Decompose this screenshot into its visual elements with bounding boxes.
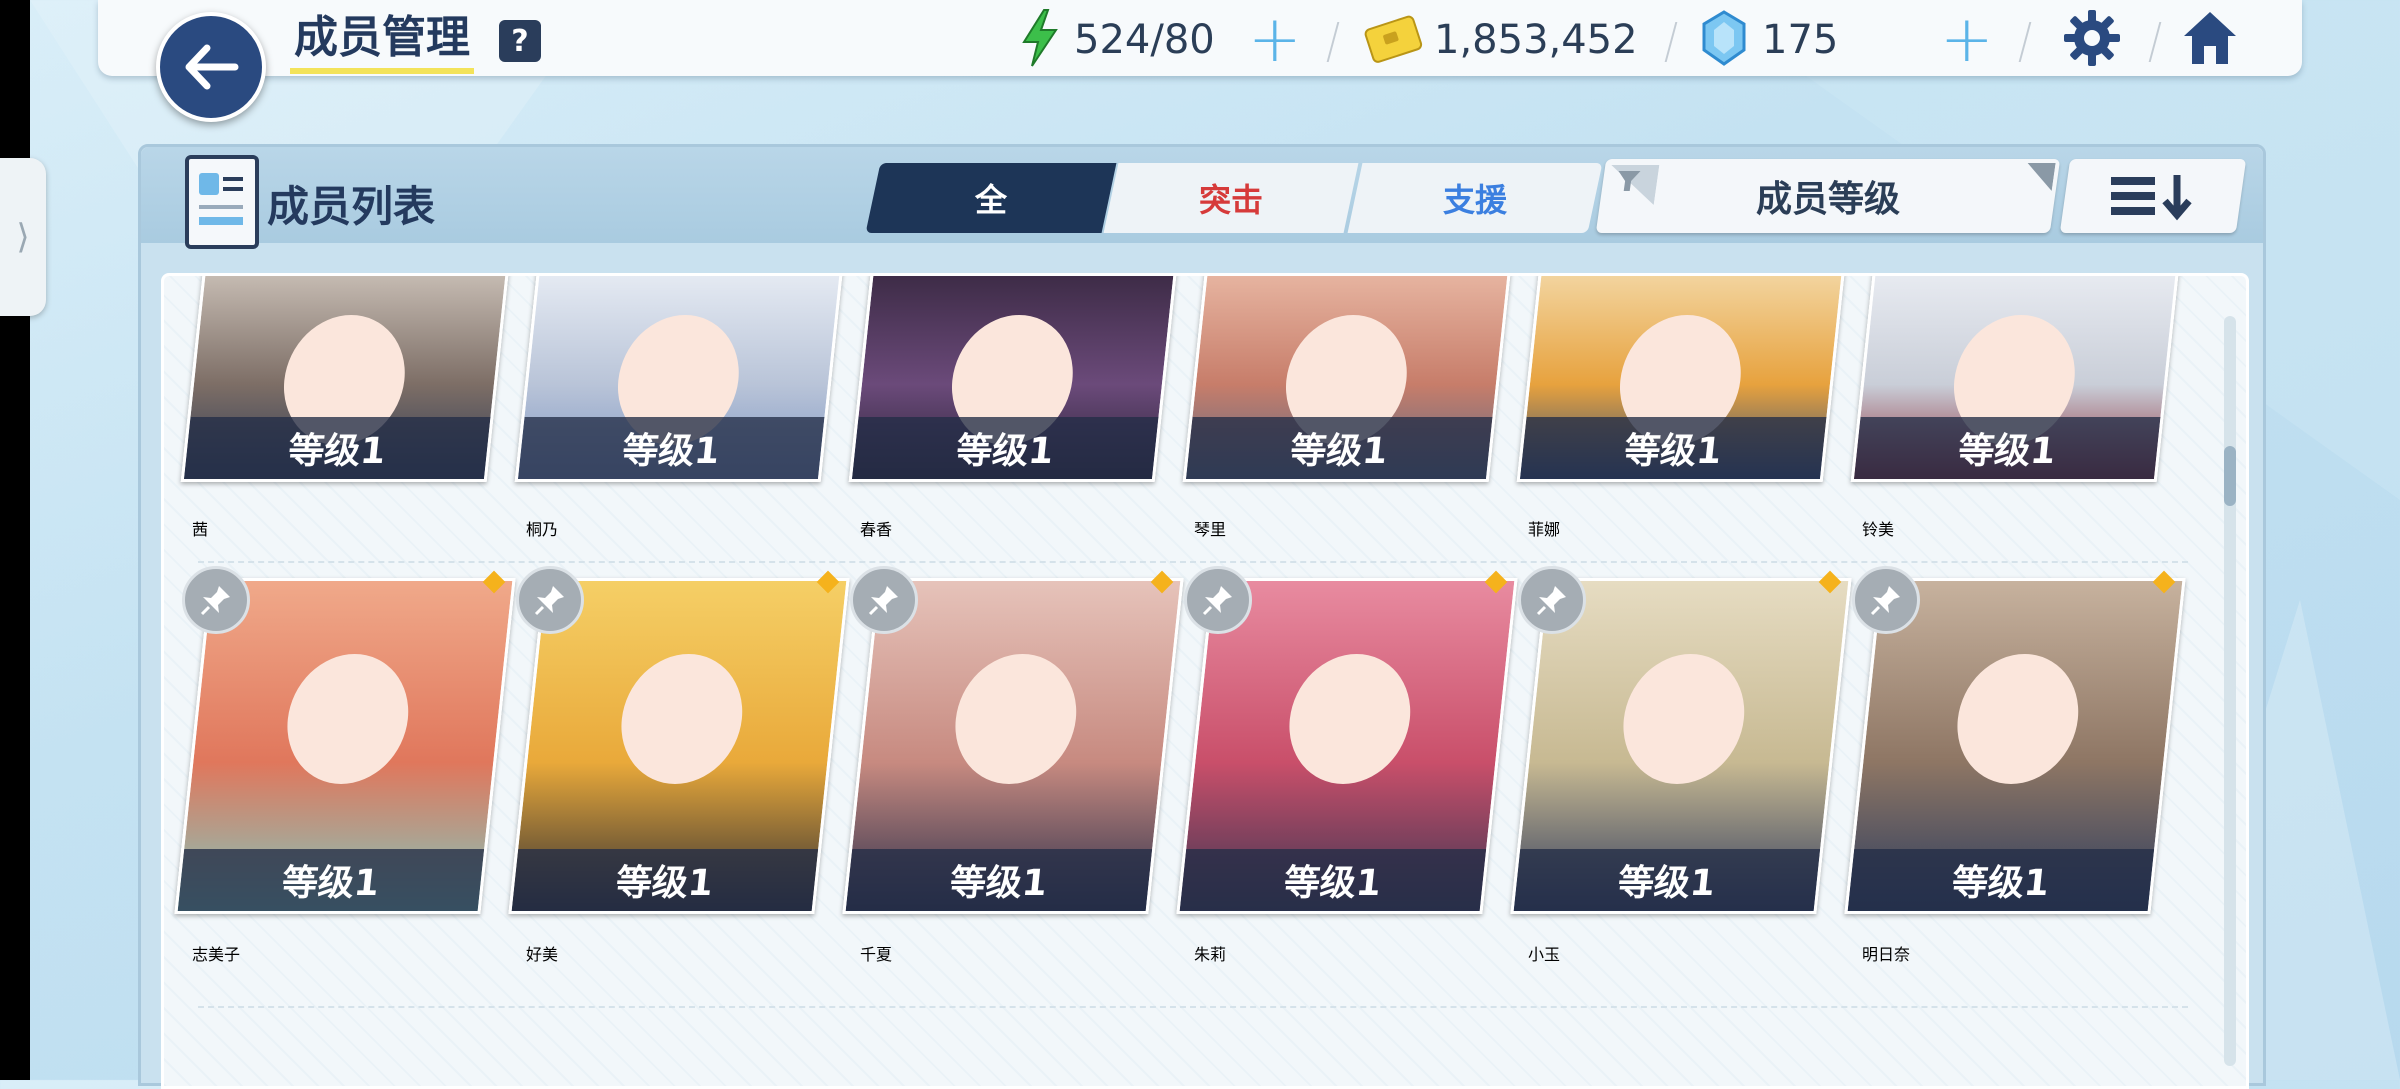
member-level: 等级1 bbox=[1853, 417, 2161, 479]
member-portrait: 等级1 bbox=[848, 276, 1178, 482]
scrollbar[interactable] bbox=[2224, 316, 2236, 1066]
filter-label: 成员等级 bbox=[1755, 179, 1900, 220]
portrait-face bbox=[281, 653, 415, 784]
member-name: 春香 bbox=[860, 520, 893, 539]
member-name: 千夏 bbox=[860, 945, 893, 964]
member-name: 琴里 bbox=[1194, 520, 1227, 539]
member-portrait: 等级1 bbox=[1516, 276, 1846, 482]
member-card[interactable]: 等级1 bbox=[1176, 578, 1518, 914]
member-level: 等级1 bbox=[1179, 849, 1487, 911]
portrait-face bbox=[1951, 653, 2085, 784]
member-name: 桐乃 bbox=[526, 520, 559, 539]
roster-icon bbox=[185, 155, 259, 249]
pin-button[interactable] bbox=[1852, 566, 1920, 634]
side-drawer-handle[interactable]: ⟩ bbox=[0, 158, 46, 316]
pin-button[interactable] bbox=[1184, 566, 1252, 634]
member-card[interactable]: 等级1 bbox=[1844, 578, 2186, 914]
pin-icon bbox=[1202, 586, 1232, 616]
member-name: 铃美 bbox=[1862, 520, 1895, 539]
lightning-icon bbox=[1022, 9, 1058, 67]
member-card[interactable]: 等级1 bbox=[848, 276, 1178, 482]
member-level: 等级1 bbox=[845, 849, 1153, 911]
member-name: 明日奈 bbox=[1862, 945, 1911, 964]
member-level: 等级1 bbox=[511, 849, 819, 911]
pin-icon bbox=[534, 586, 564, 616]
member-card[interactable]: 等级1 bbox=[1850, 276, 2180, 482]
member-level: 等级1 bbox=[1185, 417, 1493, 479]
sort-order-button[interactable] bbox=[2059, 159, 2247, 233]
row-divider bbox=[198, 1006, 2188, 1008]
member-portrait: 等级1 bbox=[514, 276, 844, 482]
member-grid[interactable]: 等级1 茜等级1 桐乃 等级1 春香 等级1 琴里 等级1 菲娜 等级1 铃美 等级1 志美子 等级1 好美… bbox=[161, 273, 2249, 1089]
tab-label: 全 bbox=[974, 181, 1007, 219]
member-level: 等级1 bbox=[517, 417, 825, 479]
pin-icon bbox=[868, 586, 898, 616]
member-name: 朱莉 bbox=[1194, 945, 1227, 964]
member-card[interactable]: 等级1 bbox=[514, 276, 844, 482]
portrait-face bbox=[615, 653, 749, 784]
pin-icon bbox=[200, 586, 230, 616]
credits-value: 1,853,452 bbox=[1434, 17, 1638, 63]
member-level: 等级1 bbox=[1513, 849, 1821, 911]
scrollbar-thumb[interactable] bbox=[2224, 446, 2236, 506]
portrait-face bbox=[1617, 653, 1751, 784]
member-level: 等级1 bbox=[851, 417, 1159, 479]
member-portrait: 等级1 bbox=[180, 276, 510, 482]
member-name: 志美子 bbox=[192, 945, 241, 964]
portrait-face bbox=[1283, 653, 1417, 784]
tab-label: 突击 bbox=[1198, 181, 1263, 219]
ap-value: 524/80 bbox=[1074, 17, 1215, 63]
member-card[interactable]: 等级1 bbox=[1516, 276, 1846, 482]
member-level: 等级1 bbox=[183, 417, 491, 479]
member-card[interactable]: 等级1 bbox=[842, 578, 1184, 914]
filter-dropdown[interactable]: 成员等级 bbox=[1595, 159, 2061, 233]
member-card[interactable]: 等级1 bbox=[174, 578, 516, 914]
panel-title: 成员列表 bbox=[267, 182, 436, 231]
portrait-face bbox=[949, 653, 1083, 784]
member-card[interactable]: 等级1 bbox=[180, 276, 510, 482]
pin-button[interactable] bbox=[182, 566, 250, 634]
member-name: 茜 bbox=[192, 520, 209, 539]
gems-value: 175 bbox=[1762, 17, 1839, 63]
member-card[interactable]: 等级1 bbox=[1510, 578, 1852, 914]
member-level: 等级1 bbox=[177, 849, 485, 911]
member-portrait: 等级1 bbox=[1850, 276, 2180, 482]
pin-icon bbox=[1870, 586, 1900, 616]
tab-label: 支援 bbox=[1442, 181, 1507, 219]
member-name: 菲娜 bbox=[1528, 520, 1561, 539]
member-card[interactable]: 等级1 bbox=[1182, 276, 1512, 482]
home-icon[interactable] bbox=[2178, 6, 2242, 70]
gear-icon[interactable] bbox=[2060, 6, 2124, 70]
member-level: 等级1 bbox=[1519, 417, 1827, 479]
member-list-panel: 成员列表 全 突击 支援 成员等级 等级1 茜等级1 桐乃 等级1 春香 等级1 琴里 等级1… bbox=[138, 144, 2266, 1089]
chevron-right-icon: ⟩ bbox=[16, 217, 30, 257]
member-level: 等级1 bbox=[1847, 849, 2155, 911]
page-title: 成员管理 bbox=[290, 10, 474, 74]
add-ap-button[interactable]: + bbox=[1248, 8, 1302, 72]
tab-all[interactable]: 全 bbox=[865, 163, 1117, 233]
tab-striker[interactable]: 突击 bbox=[1103, 163, 1359, 233]
pin-button[interactable] bbox=[516, 566, 584, 634]
help-button[interactable]: ? bbox=[499, 20, 541, 62]
member-card[interactable]: 等级1 bbox=[508, 578, 850, 914]
member-portrait: 等级1 bbox=[1182, 276, 1512, 482]
back-button[interactable] bbox=[156, 12, 266, 122]
sort-descending-icon bbox=[2111, 175, 2192, 221]
row-divider bbox=[198, 561, 2188, 563]
pin-button[interactable] bbox=[850, 566, 918, 634]
add-gems-button[interactable]: + bbox=[1940, 8, 1994, 72]
pin-button[interactable] bbox=[1518, 566, 1586, 634]
member-name: 好美 bbox=[526, 945, 559, 964]
member-name: 小玉 bbox=[1528, 945, 1561, 964]
tab-special[interactable]: 支援 bbox=[1347, 163, 1603, 233]
pin-icon bbox=[1536, 586, 1566, 616]
gem-icon bbox=[1702, 10, 1746, 66]
credit-card-icon bbox=[1364, 15, 1423, 63]
arrow-left-icon bbox=[185, 44, 239, 90]
